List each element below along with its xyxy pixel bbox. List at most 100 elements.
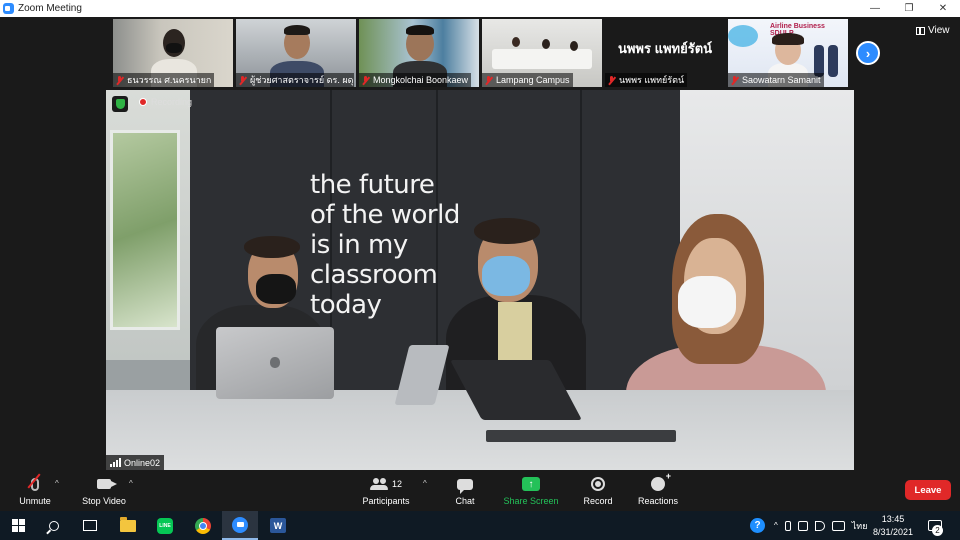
search-button[interactable] <box>36 511 72 540</box>
face-mask-blue <box>482 256 530 296</box>
view-layout-icon <box>916 26 925 35</box>
clock-date: 8/31/2021 <box>872 527 914 537</box>
stop-video-button[interactable]: Stop Video <box>80 475 128 506</box>
language-indicator[interactable]: ไทย <box>852 519 868 533</box>
active-speaker-video[interactable]: the future of the world is in my classro… <box>106 90 854 470</box>
system-clock[interactable]: 13:45 8/31/2021 <box>870 513 916 539</box>
mic-muted-icon <box>484 75 493 85</box>
participant-name-tag: Mongkolchai Boonkaew <box>359 73 472 87</box>
participant-thumbnail[interactable]: ธนวรรณ ศ.นครนายก <box>113 19 233 87</box>
participants-label: Participants <box>362 496 410 506</box>
participant-name-tag: Saowatarn Samanit <box>728 73 824 87</box>
restore-button[interactable]: ❐ <box>892 0 926 17</box>
audio-options-caret[interactable]: ^ <box>55 479 59 488</box>
line-app-icon: LINE <box>157 517 173 534</box>
network-icon[interactable] <box>797 520 808 531</box>
reactions-button[interactable]: Reactions <box>636 471 680 506</box>
slogan-line: classroom <box>310 260 438 290</box>
help-icon: ? <box>750 518 765 533</box>
help-tray[interactable]: ? <box>750 511 765 540</box>
leave-button[interactable]: Leave <box>905 480 951 500</box>
speaker-name-tag: Online02 <box>106 455 165 470</box>
zoom-icon <box>232 516 248 533</box>
taskbar-file-explorer[interactable] <box>110 511 146 540</box>
share-screen-button[interactable]: ↑ Share Screen <box>502 475 560 506</box>
window-title: Zoom Meeting <box>18 3 82 14</box>
start-button[interactable] <box>0 511 36 540</box>
participant-name-tag: ธนวรรณ ศ.นครนายก <box>113 73 215 87</box>
participant-name-tag: Lampang Campus <box>482 73 573 87</box>
room-window <box>110 130 180 330</box>
task-view-icon <box>83 520 97 531</box>
slogan-line: is in my <box>310 230 408 260</box>
windows-logo-icon <box>11 519 25 532</box>
minimize-button[interactable]: — <box>858 0 892 17</box>
video-options-caret[interactable]: ^ <box>129 479 133 488</box>
view-button[interactable]: View <box>916 25 950 36</box>
participant-display-name: นพพร แพทย์รัตน์ <box>617 40 713 56</box>
participant-name-tag: ผู้ช่วยศาสตราจารย์ ดร. ผดุง... <box>236 73 354 87</box>
task-view-button[interactable] <box>72 511 108 540</box>
taskbar-word[interactable]: W <box>260 511 296 540</box>
recording-dot-icon <box>139 98 147 106</box>
participant-strip: ธนวรรณ ศ.นครนายก ผู้ช่วยศาสตราจารย์ ดร. … <box>113 19 848 87</box>
signal-strength-icon <box>110 458 121 467</box>
chevron-up-icon[interactable]: ^ <box>774 521 778 530</box>
mic-muted-icon <box>730 75 739 85</box>
unmute-label: Unmute <box>19 496 51 506</box>
participant-thumbnail[interactable]: Mongkolchai Boonkaew <box>359 19 479 87</box>
encryption-shield-icon[interactable] <box>112 96 128 112</box>
wall-slogan: the future of the world is in my classro… <box>310 170 460 320</box>
chevron-right-icon: › <box>865 45 871 61</box>
record-button[interactable]: Record <box>580 475 616 506</box>
system-tray: ^ ไทย <box>774 511 868 540</box>
title-bar: Zoom Meeting — ❐ ✕ <box>0 0 960 17</box>
usb-icon[interactable] <box>784 520 791 531</box>
window-controls: — ❐ ✕ <box>858 0 960 17</box>
meeting-area: ธนวรรณ ศ.นครนายก ผู้ช่วยศาสตราจารย์ ดร. … <box>0 17 960 471</box>
meeting-toolbar: Unmute ^ Stop Video ^ 12 Participants ^ … <box>0 471 960 511</box>
mic-muted-icon <box>238 75 247 85</box>
chat-button[interactable]: Chat <box>450 475 480 506</box>
face-mask-white <box>678 276 736 328</box>
chrome-icon <box>195 517 211 534</box>
participant-thumbnail[interactable]: Lampang Campus <box>482 19 602 87</box>
keyboard-icon[interactable] <box>831 520 845 531</box>
stop-video-label: Stop Video <box>82 496 126 506</box>
apple-logo-icon <box>270 357 280 368</box>
participant-name: Saowatarn Samanit <box>742 75 821 85</box>
close-button[interactable]: ✕ <box>926 0 960 17</box>
record-label: Record <box>583 496 613 506</box>
face-mask-black <box>256 274 296 304</box>
laptop <box>216 327 334 399</box>
participant-thumbnail[interactable]: นพพร แพทย์รัตน์ นพพร แพทย์รัตน์ <box>605 19 725 87</box>
mic-muted-icon <box>115 75 124 85</box>
participant-thumbnail[interactable]: ผู้ช่วยศาสตราจารย์ ดร. ผดุง... <box>236 19 356 87</box>
notification-count: 2 <box>932 525 943 536</box>
participant-name: Mongkolchai Boonkaew <box>373 75 469 85</box>
next-page-button[interactable]: › <box>856 41 880 65</box>
unmute-button[interactable]: Unmute <box>18 473 52 506</box>
taskbar-zoom[interactable] <box>222 511 258 540</box>
participant-name: ผู้ช่วยศาสตราจารย์ ดร. ผดุง... <box>250 75 354 85</box>
taskbar-line[interactable]: LINE <box>147 511 183 540</box>
recording-indicator[interactable]: Recording <box>139 97 192 107</box>
volume-icon[interactable] <box>814 520 825 531</box>
zoom-app-icon <box>3 3 14 14</box>
participants-button[interactable]: 12 Participants <box>360 475 412 506</box>
taskbar-chrome[interactable] <box>185 511 221 540</box>
mic-muted-icon <box>361 75 370 85</box>
participants-icon <box>369 478 388 490</box>
participant-thumbnail[interactable]: Airline Business SDULP Saowatarn Samanit <box>728 19 848 87</box>
participant-name-tag: นพพร แพทย์รัตน์ <box>605 73 688 87</box>
slogan-line: today <box>310 290 382 320</box>
view-label: View <box>928 25 950 36</box>
participant-name: ธนวรรณ ศ.นครนายก <box>127 75 212 85</box>
recording-label: Recording <box>151 97 193 107</box>
participants-count: 12 <box>391 479 402 489</box>
search-icon <box>49 520 59 531</box>
airline-logo-icon <box>728 25 758 47</box>
conference-device <box>486 430 676 442</box>
file-explorer-icon <box>120 516 136 532</box>
participants-options-caret[interactable]: ^ <box>423 479 427 488</box>
